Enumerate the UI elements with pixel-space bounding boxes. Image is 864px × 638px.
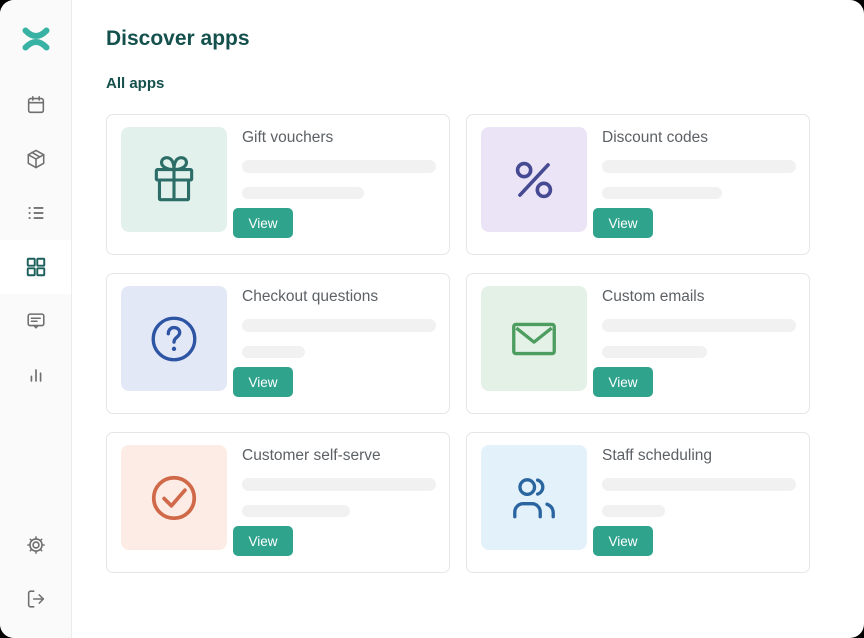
view-button[interactable]: View — [233, 526, 293, 556]
view-button[interactable]: View — [593, 526, 653, 556]
list-icon — [25, 202, 47, 224]
skeleton-line — [602, 346, 707, 359]
sidebar-item-logout[interactable] — [0, 572, 71, 626]
app-card-title: Custom emails — [602, 288, 705, 306]
skeleton-line — [242, 505, 350, 518]
skeleton-line — [602, 319, 796, 332]
skeleton-line — [602, 505, 665, 518]
chat-icon — [25, 310, 47, 332]
skeleton-line — [242, 160, 436, 173]
card-body: Checkout questions View — [233, 286, 436, 397]
page-title: Discover apps — [106, 27, 864, 51]
app-card-title: Staff scheduling — [602, 447, 712, 465]
brand-logo[interactable] — [0, 0, 71, 78]
discount-codes-tile — [481, 127, 587, 232]
skeleton-line — [602, 187, 722, 200]
skeleton-line — [602, 478, 796, 491]
app-card-title: Customer self-serve — [242, 447, 381, 465]
app-card-discount-codes: Discount codes View — [466, 114, 810, 255]
card-body: Custom emails View — [593, 286, 796, 397]
sidebar-item-settings[interactable] — [0, 518, 71, 572]
sidebar-item-messages[interactable] — [0, 294, 71, 348]
gear-icon — [25, 534, 47, 556]
skeleton-line — [602, 160, 796, 173]
staff-scheduling-tile — [481, 445, 587, 550]
view-button[interactable]: View — [233, 208, 293, 238]
app-card-gift-vouchers: Gift vouchers View — [106, 114, 450, 255]
sidebar-item-apps[interactable] — [0, 240, 71, 294]
card-body: Discount codes View — [593, 127, 796, 238]
app-card-checkout-questions: Checkout questions View — [106, 273, 450, 414]
app-card-custom-emails: Custom emails View — [466, 273, 810, 414]
sidebar-item-lists[interactable] — [0, 186, 71, 240]
customer-self-serve-tile — [121, 445, 227, 550]
people-icon — [507, 471, 561, 525]
sidebar-item-products[interactable] — [0, 132, 71, 186]
mail-icon — [507, 312, 561, 366]
view-button[interactable]: View — [593, 208, 653, 238]
package-icon — [25, 148, 47, 170]
card-body: Customer self-serve View — [233, 445, 436, 556]
view-button[interactable]: View — [593, 367, 653, 397]
sidebar-item-reports[interactable] — [0, 348, 71, 402]
app-card-title: Checkout questions — [242, 288, 378, 306]
percent-icon — [507, 153, 561, 207]
gift-vouchers-tile — [121, 127, 227, 232]
gift-icon — [147, 153, 201, 207]
logout-icon — [25, 588, 47, 610]
question-circle-icon — [147, 312, 201, 366]
skeleton-line — [242, 187, 364, 200]
app-window: Discover apps All apps Gift vouchers — [0, 0, 864, 638]
app-card-title: Discount codes — [602, 129, 708, 147]
check-circle-icon — [147, 471, 201, 525]
skeleton-line — [242, 478, 436, 491]
section-title: All apps — [106, 75, 864, 92]
main-content: Discover apps All apps Gift vouchers — [72, 0, 864, 638]
calendar-icon — [25, 94, 47, 116]
skeleton-line — [242, 346, 305, 359]
custom-emails-tile — [481, 286, 587, 391]
skeleton-line — [242, 319, 436, 332]
sidebar — [0, 0, 72, 638]
card-body: Staff scheduling View — [593, 445, 796, 556]
app-card-staff-scheduling: Staff scheduling View — [466, 432, 810, 573]
view-button[interactable]: View — [233, 367, 293, 397]
checkout-questions-tile — [121, 286, 227, 391]
card-body: Gift vouchers View — [233, 127, 436, 238]
app-card-title: Gift vouchers — [242, 129, 333, 147]
sidebar-item-calendar[interactable] — [0, 78, 71, 132]
sidebar-spacer — [0, 402, 71, 518]
app-card-customer-self-serve: Customer self-serve View — [106, 432, 450, 573]
bar-chart-icon — [25, 364, 47, 386]
grid-icon — [25, 256, 47, 278]
apps-grid: Gift vouchers View Discount codes — [106, 114, 864, 573]
sidebar-footer — [0, 518, 71, 626]
brand-x-logo-icon — [21, 24, 51, 54]
